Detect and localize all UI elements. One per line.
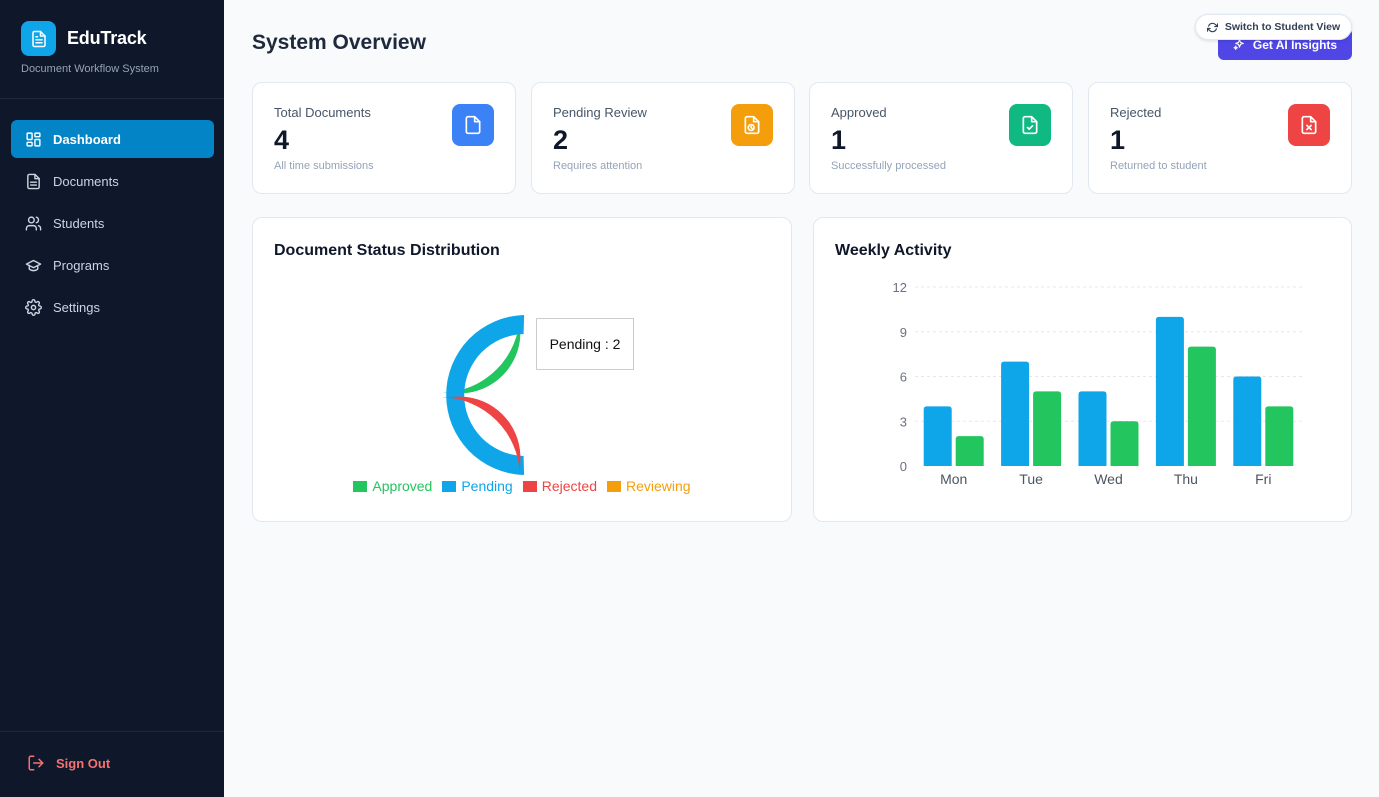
chart-title: Document Status Distribution (274, 242, 500, 259)
bar-fri-series-2[interactable] (1265, 406, 1294, 466)
legend-item-reviewing[interactable]: Reviewing (607, 478, 691, 494)
file-icon (452, 104, 494, 146)
stat-subtext: Requires attention (553, 160, 643, 172)
y-tick-label: 0 (900, 459, 907, 474)
legend-label: Reviewing (626, 478, 691, 494)
file-x-icon (1288, 104, 1330, 146)
dashboard-icon (26, 131, 41, 147)
x-tick-label: Wed (1094, 471, 1123, 487)
sidebar-item-dashboard[interactable]: Dashboard (11, 120, 214, 158)
sidebar: EduTrack Document Workflow System Dashbo… (0, 0, 224, 797)
y-tick-label: 12 (893, 280, 907, 295)
bar-tue-series-2[interactable] (1033, 391, 1062, 466)
sidebar-item-students[interactable]: Students (11, 204, 214, 242)
sidebar-item-label: Documents (53, 173, 119, 189)
bar-fri-series-1[interactable] (1233, 376, 1262, 467)
gear-icon (25, 298, 42, 316)
document-icon (27, 173, 40, 189)
stat-subtext: All time submissions (274, 160, 374, 172)
stat-subtext: Successfully processed (831, 160, 946, 172)
bar-thu-series-2[interactable] (1187, 346, 1216, 466)
page-title: System Overview (252, 31, 426, 54)
file-clock-icon (731, 104, 773, 146)
stat-card-total-documents: Total Documents 4 All time submissions (252, 82, 516, 194)
bar-chart: 0 3 6 9 12 Mon Tue Wed Thu Fri (893, 280, 1302, 487)
donut-slice-pending[interactable] (446, 315, 525, 475)
sidebar-item-label: Dashboard (53, 131, 121, 147)
bar-mon-series-1[interactable] (923, 406, 952, 466)
legend-swatch (522, 480, 537, 492)
stat-value: 1 (831, 125, 847, 155)
bar-thu-series-1[interactable] (1155, 316, 1184, 466)
sidebar-nav: Dashboard Documents Students Programs Se… (11, 120, 214, 330)
bar-wed-series-2[interactable] (1110, 421, 1139, 466)
legend-swatch (607, 480, 621, 492)
x-tick-label: Thu (1174, 471, 1198, 487)
status-distribution-card: Document Status Distribution Pending : 2… (252, 217, 792, 522)
y-tick-label: 9 (900, 325, 907, 340)
weekly-activity-card: Weekly Activity 0 3 6 9 12 Mon Tue Wed Thu Fri (813, 217, 1352, 522)
stat-label: Approved (831, 105, 887, 120)
sidebar-item-documents[interactable]: Documents (11, 162, 214, 200)
bar-mon-series-2[interactable] (955, 436, 984, 466)
divider (0, 731, 224, 732)
switch-to-student-view-button[interactable]: Switch to Student View (1195, 14, 1352, 40)
switch-view-label: Switch to Student View (1224, 21, 1341, 33)
x-tick-label: Fri (1255, 471, 1271, 487)
sidebar-item-label: Settings (53, 299, 100, 315)
users-icon (25, 215, 42, 231)
stat-value: 4 (274, 125, 290, 155)
chart-legend: Approved Pending Rejected Reviewing (253, 478, 791, 494)
sidebar-item-settings[interactable]: Settings (11, 288, 214, 326)
brand[interactable]: EduTrack (21, 21, 147, 56)
sidebar-item-label: Programs (53, 257, 110, 273)
sign-out-button[interactable]: Sign Out (27, 754, 110, 772)
divider (0, 98, 224, 99)
legend-item-pending[interactable]: Pending (442, 478, 513, 494)
x-tick-label: Mon (940, 471, 967, 487)
legend-label: Approved (372, 478, 433, 494)
y-tick-label: 3 (900, 414, 907, 429)
file-check-icon (1009, 104, 1051, 146)
stat-value: 2 (553, 125, 569, 155)
stat-label: Total Documents (274, 105, 371, 120)
chart-tooltip: Pending : 2 (536, 318, 634, 370)
legend-label: Rejected (541, 478, 597, 494)
stat-label: Rejected (1110, 105, 1162, 120)
stat-card-approved: Approved 1 Successfully processed (809, 82, 1073, 194)
graduation-cap-icon (25, 259, 42, 271)
legend-label: Pending (461, 478, 513, 494)
y-tick-label: 6 (900, 370, 907, 385)
logout-icon (28, 755, 44, 771)
sign-out-label: Sign Out (56, 755, 111, 771)
refresh-icon (1206, 22, 1218, 32)
stat-card-rejected: Rejected 1 Returned to student (1088, 82, 1352, 194)
document-logo-icon (21, 21, 56, 56)
stat-value: 1 (1110, 125, 1126, 155)
bar-tue-series-1[interactable] (1001, 361, 1030, 466)
legend-item-approved[interactable]: Approved (353, 478, 432, 494)
sidebar-item-label: Students (53, 215, 105, 231)
sidebar-item-programs[interactable]: Programs (11, 246, 214, 284)
legend-swatch (353, 480, 368, 492)
legend-swatch (442, 480, 457, 492)
x-tick-label: Tue (1019, 471, 1043, 487)
legend-item-rejected[interactable]: Rejected (522, 478, 597, 494)
stat-label: Pending Review (553, 105, 647, 120)
bar-wed-series-1[interactable] (1078, 391, 1107, 466)
stat-subtext: Returned to student (1110, 160, 1207, 172)
stat-card-pending-review: Pending Review 2 Requires attention (531, 82, 795, 194)
app-name: EduTrack (67, 28, 147, 48)
app-subtitle: Document Workflow System (21, 63, 159, 75)
